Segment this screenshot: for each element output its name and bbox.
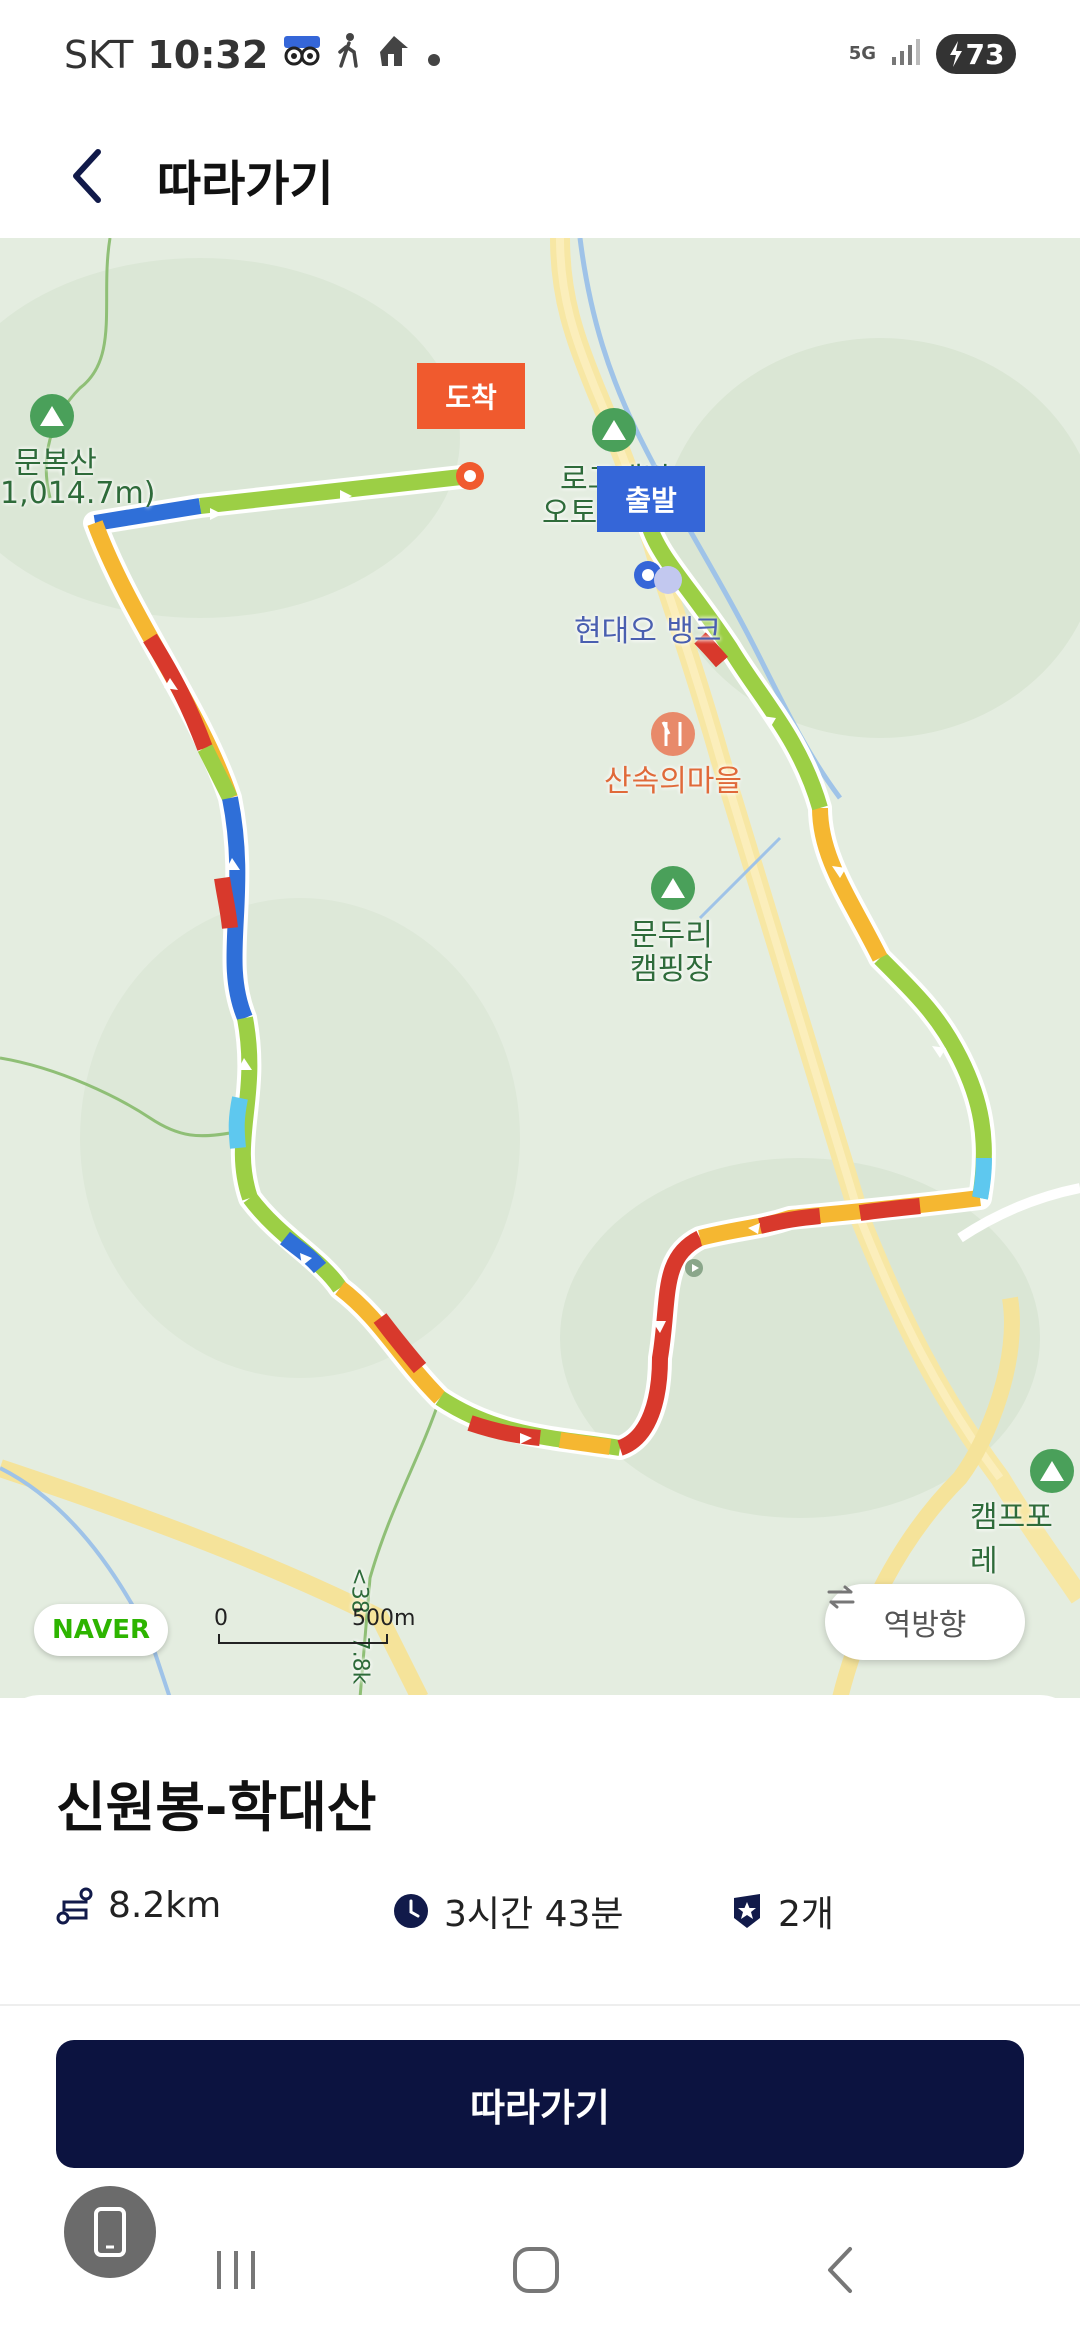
page-title: 따라가기 <box>157 156 334 212</box>
distance-stat: 8.2km <box>56 1885 221 1926</box>
back-button[interactable] <box>52 140 124 212</box>
checkpoint-stat: 2개 <box>730 1885 834 1937</box>
bank-poi-icon[interactable] <box>654 566 682 594</box>
arrive-marker-label[interactable]: 도착 <box>417 363 525 429</box>
mountain-height-label: 1,014.7m) <box>0 476 156 511</box>
follow-button[interactable]: 따라가기 <box>56 2040 1024 2168</box>
reverse-direction-label: 역방향 <box>883 1608 967 1643</box>
system-back-button[interactable] <box>800 2240 880 2300</box>
battery-charging-icon: 73 <box>936 34 1016 74</box>
course-info-card: 신원봉-학대산 8.2km 3시간 43분 2개 <box>0 1695 1080 2005</box>
app-header: 따라가기 <box>0 118 1080 238</box>
campsite-label-line2: 캠핑장 <box>630 952 713 987</box>
campsite-poi-icon[interactable] <box>651 866 695 910</box>
clock: 10:32 <box>147 32 269 77</box>
scale-line <box>218 1634 388 1644</box>
tripadvisor-icon <box>282 32 322 77</box>
route-distance-icon <box>56 1887 93 1924</box>
battery-level: 73 <box>965 37 1005 71</box>
mountain-poi-icon[interactable] <box>30 394 74 438</box>
checkpoint-value: 2개 <box>778 1894 835 1935</box>
map-view[interactable]: 문복산 1,014.7m) 로그캐빈 오토 현대오 뱅크 산속의마을 문두리 캠… <box>0 238 1080 1698</box>
naver-logo: NAVER <box>34 1604 168 1656</box>
reverse-direction-button[interactable]: 역방향 <box>825 1584 1025 1660</box>
camp-poi-icon[interactable] <box>592 408 636 452</box>
clock-icon <box>394 1894 428 1928</box>
scale-distance-label: 500m <box>352 1606 416 1631</box>
distance-value: 8.2km <box>108 1885 222 1926</box>
duration-value: 3시간 43분 <box>444 1894 624 1935</box>
recent-apps-icon <box>217 2251 255 2289</box>
home-button[interactable] <box>496 2240 576 2300</box>
card-divider <box>0 2004 1080 2006</box>
home-icon <box>513 2247 559 2293</box>
duration-stat: 3시간 43분 <box>392 1885 624 1937</box>
chevron-left-icon <box>73 149 101 203</box>
signal-icon <box>890 37 922 71</box>
course-stats: 8.2km 3시간 43분 2개 <box>56 1885 1036 1945</box>
walking-icon <box>336 32 362 77</box>
map-canvas <box>0 238 1080 1698</box>
course-title: 신원봉-학대산 <box>56 1776 377 1839</box>
map-scale: 0 500m <box>214 1606 415 1646</box>
status-left: SKT 10:32 <box>64 32 442 77</box>
restaurant-label: 산속의마을 <box>604 764 742 799</box>
status-bar: SKT 10:32 5G 73 <box>0 0 1080 118</box>
recent-apps-button[interactable] <box>196 2240 276 2300</box>
camp-label-line2: 오토 <box>542 496 598 531</box>
route-icon <box>376 32 412 77</box>
bank-label: 현대오 뱅크 <box>574 614 722 649</box>
stamp-badge-icon <box>734 1894 760 1928</box>
network-type: 5G <box>848 43 876 64</box>
back-icon <box>828 2247 852 2293</box>
carrier-label: SKT <box>64 32 134 77</box>
dot-icon <box>426 33 442 77</box>
floating-device-button[interactable] <box>64 2186 156 2278</box>
phone-icon <box>94 2207 126 2257</box>
status-right: 5G 73 <box>849 34 1016 74</box>
arrive-pin[interactable] <box>456 462 484 490</box>
restaurant-poi-icon[interactable] <box>651 712 695 756</box>
campsite-right-poi-icon[interactable] <box>1030 1449 1074 1493</box>
swap-arrows-icon <box>827 1585 855 1609</box>
scale-zero-label: 0 <box>214 1606 228 1631</box>
campsite-right-label: 캠프포레 <box>970 1500 1053 1579</box>
depart-marker-label[interactable]: 출발 <box>597 466 705 532</box>
